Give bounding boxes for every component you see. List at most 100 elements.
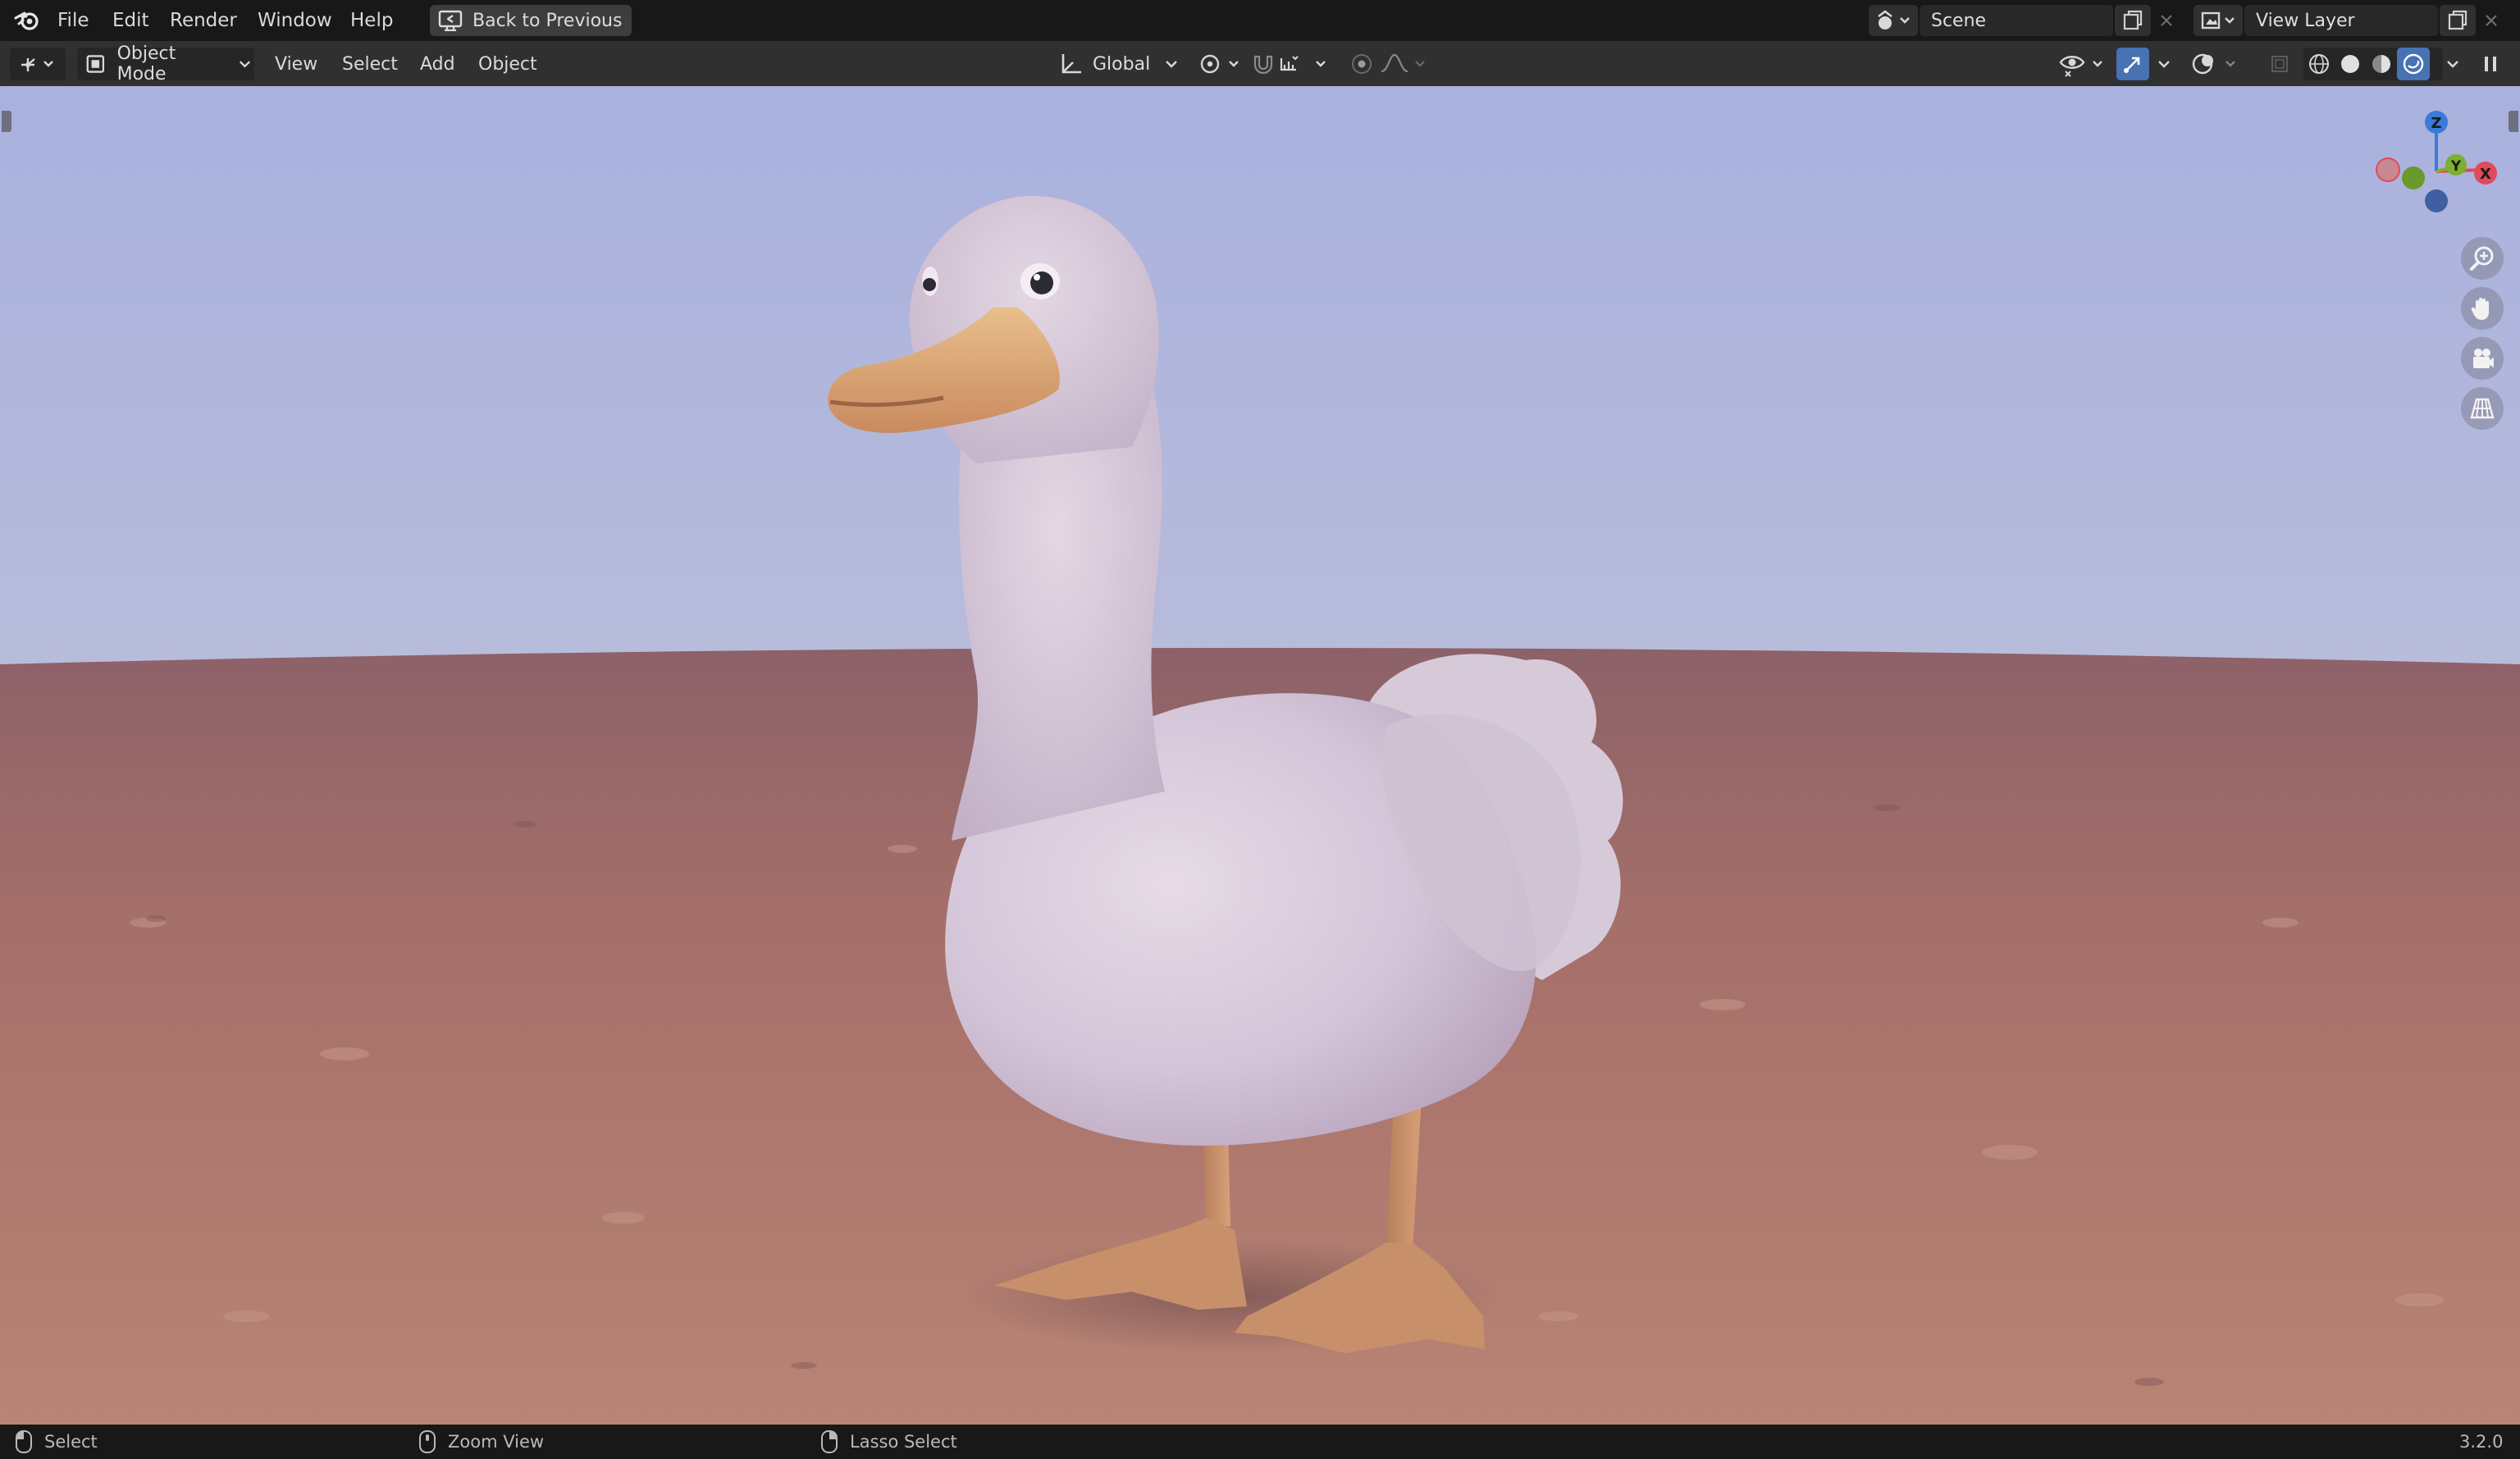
- pivot-point-icon: [1200, 54, 1239, 74]
- chevron-down-icon: [239, 61, 251, 68]
- show-gizmo-toggle[interactable]: [2116, 48, 2149, 80]
- solid-sphere-icon: [2341, 55, 2359, 73]
- editor-type-button[interactable]: [10, 48, 66, 80]
- gizmo-neg-x: [2376, 157, 2400, 182]
- menu-select[interactable]: Select: [342, 48, 398, 80]
- snap-magnet-icon: [1253, 55, 1326, 75]
- camera-icon: [2473, 349, 2494, 368]
- zoom-icon: [2470, 246, 2494, 271]
- gizmo-options-dropdown[interactable]: [2152, 48, 2177, 80]
- mouse-middle-icon: [419, 1430, 436, 1453]
- menu-add[interactable]: Add: [420, 48, 455, 80]
- eye-icon: [2059, 56, 2102, 77]
- scene-browse-button[interactable]: [1869, 5, 1918, 36]
- menu-object[interactable]: Object: [478, 48, 537, 80]
- blender-logo-icon[interactable]: [13, 7, 41, 34]
- top-menu-bar: File Edit Render Window Help Back to Pre…: [0, 0, 2520, 41]
- 3d-viewport[interactable]: Z Y X: [0, 86, 2520, 1425]
- chevron-down-icon: [2158, 61, 2170, 68]
- new-scene-button[interactable]: [2115, 5, 2151, 36]
- view-layer-name-text: View Layer: [2256, 10, 2355, 31]
- overlays-controls[interactable]: [2190, 48, 2244, 80]
- sidebar-region-toggle[interactable]: [2509, 111, 2518, 132]
- back-to-previous-button[interactable]: Back to Previous: [430, 5, 632, 36]
- navigation-gizmo[interactable]: Z Y X: [2362, 98, 2510, 245]
- menu-edit[interactable]: Edit: [112, 0, 149, 41]
- 3d-viewport-icon: [21, 58, 53, 71]
- view-layer-browse-button[interactable]: [2194, 5, 2243, 36]
- pivot-point-dropdown[interactable]: [1196, 48, 1244, 80]
- global-axes-icon: [1061, 54, 1081, 74]
- delete-view-layer-button[interactable]: [2477, 5, 2505, 36]
- delete-scene-button[interactable]: [2152, 5, 2180, 36]
- duplicate-icon: [2123, 10, 2143, 30]
- chevron-down-icon: [1166, 61, 1178, 68]
- status-right-click-label: Lasso Select: [850, 1432, 957, 1452]
- zoom-view-button[interactable]: [2461, 237, 2504, 280]
- menu-render[interactable]: Render: [170, 0, 237, 41]
- transform-orientation-label: Global: [1093, 53, 1151, 75]
- scene-icon: [1878, 10, 1910, 30]
- menu-window[interactable]: Window: [258, 0, 332, 41]
- object-mode-label: Object Mode: [116, 43, 176, 84]
- back-to-previous-label: Back to Previous: [472, 10, 623, 31]
- gizmo-neg-y: [2402, 166, 2425, 189]
- viewport-shading-group: [2303, 48, 2443, 80]
- menu-view[interactable]: View: [275, 48, 317, 80]
- object-mode-icon: [86, 55, 105, 73]
- object-mode-dropdown[interactable]: Object Mode: [77, 43, 254, 84]
- proportional-editing-controls[interactable]: [1349, 48, 1432, 80]
- mouse-left-icon: [16, 1430, 32, 1453]
- status-left-click: Select: [15, 1425, 98, 1459]
- gizmo-x-label: X: [2480, 166, 2491, 183]
- sky-backdrop: [0, 86, 2520, 677]
- gizmo-neg-z: [2425, 189, 2448, 212]
- mouse-right-icon: [821, 1430, 838, 1453]
- status-middle-click: Zoom View: [418, 1425, 544, 1459]
- close-icon: [2486, 15, 2497, 26]
- pan-view-button[interactable]: [2461, 287, 2504, 330]
- camera-view-button[interactable]: [2461, 337, 2504, 380]
- view-layer-name-field[interactable]: View Layer: [2244, 5, 2438, 36]
- status-left-click-label: Select: [44, 1432, 98, 1452]
- proportional-editing-icon: [1352, 53, 1425, 74]
- screen-back-icon: [438, 10, 463, 31]
- version-label: 3.2.0: [2459, 1432, 2504, 1452]
- new-view-layer-button[interactable]: [2440, 5, 2476, 36]
- status-bar: Select Zoom View Lasso Select 3.2.0: [0, 1425, 2520, 1459]
- pause-render-toggle[interactable]: [2477, 48, 2504, 80]
- status-right-click: Lasso Select: [820, 1425, 957, 1459]
- overlays-icon: [2192, 53, 2235, 75]
- status-middle-click-label: Zoom View: [448, 1432, 545, 1452]
- object-visibility-dropdown[interactable]: [2057, 48, 2108, 80]
- menu-file[interactable]: File: [57, 0, 89, 41]
- rendered-sphere-icon: [2403, 53, 2424, 75]
- grid-perspective-icon: [2470, 398, 2495, 419]
- snapping-controls[interactable]: [1250, 48, 1332, 80]
- xray-icon: [2271, 56, 2288, 72]
- scene-name-field[interactable]: Scene: [1920, 5, 2113, 36]
- solid-shading-button[interactable]: [2335, 48, 2366, 80]
- duplicate-icon: [2448, 10, 2468, 30]
- transform-orientation-dropdown[interactable]: Global: [1053, 48, 1183, 80]
- wireframe-shading-button[interactable]: [2303, 48, 2335, 80]
- gizmo-icon: [2124, 57, 2140, 73]
- gizmo-z-label: Z: [2431, 115, 2441, 132]
- view-layer-icon: [2201, 11, 2235, 30]
- wireframe-sphere-icon: [2309, 54, 2329, 74]
- xray-toggle[interactable]: [2266, 48, 2295, 80]
- gizmo-y-label: Y: [2450, 158, 2462, 175]
- viewport-header: Object Mode View Select Add Object Globa…: [0, 41, 2520, 86]
- toolbar-region-toggle[interactable]: [2, 111, 11, 132]
- material-preview-button[interactable]: [2366, 48, 2397, 80]
- rendered-scene: [0, 86, 2520, 1425]
- close-icon: [2161, 15, 2172, 26]
- chevron-down-icon: [2447, 61, 2458, 68]
- shading-options-dropdown[interactable]: [2441, 48, 2466, 80]
- menu-help[interactable]: Help: [350, 0, 393, 41]
- perspective-toggle-button[interactable]: [2461, 387, 2504, 430]
- rendered-shading-button[interactable]: [2397, 48, 2430, 80]
- pause-icon: [2485, 57, 2496, 71]
- hand-icon: [2471, 298, 2489, 320]
- material-sphere-icon: [2372, 55, 2390, 73]
